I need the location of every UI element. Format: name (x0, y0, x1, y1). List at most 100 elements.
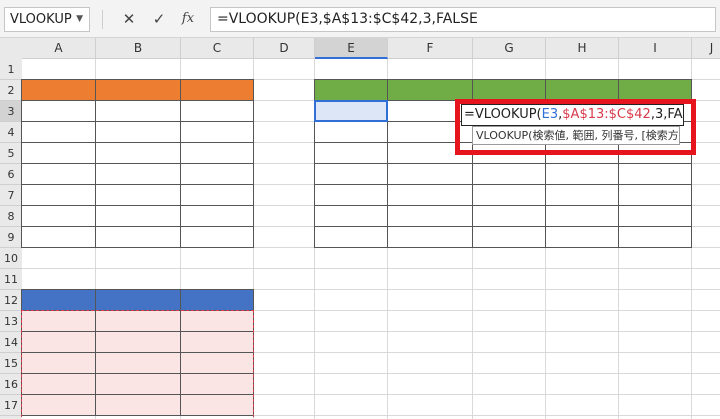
daily-sales-cell[interactable] (181, 164, 254, 185)
insert-function-icon[interactable]: fx (177, 7, 199, 31)
row-header-5[interactable]: 5 (0, 143, 22, 164)
sales-report-cell[interactable] (388, 227, 473, 248)
column-header-d[interactable]: D (254, 38, 315, 59)
e3-reference-highlight (314, 100, 388, 122)
sales-report-cell[interactable] (388, 206, 473, 227)
row-header-1[interactable]: 1 (0, 59, 22, 80)
row-header-3[interactable]: 3 (0, 101, 22, 122)
table-border (21, 100, 254, 101)
table-border (21, 184, 254, 185)
sales-report-header[interactable] (473, 80, 546, 101)
table-border (314, 226, 692, 227)
row-header-4[interactable]: 4 (0, 122, 22, 143)
row-header-13[interactable]: 13 (0, 311, 22, 332)
daily-sales-cell[interactable] (96, 122, 181, 143)
select-all-corner[interactable] (0, 38, 22, 59)
row-header-7[interactable]: 7 (0, 185, 22, 206)
name-box[interactable]: VLOOKUP ▼ (4, 7, 90, 32)
column-header-b[interactable]: B (96, 38, 181, 59)
column-header-a[interactable]: A (22, 38, 96, 59)
table-border (314, 79, 692, 80)
column-header-f[interactable]: F (388, 38, 473, 59)
name-box-value: VLOOKUP (10, 12, 72, 27)
row-header-10[interactable]: 10 (0, 248, 22, 269)
daily-sales-cell[interactable] (96, 101, 181, 122)
daily-sales-cell[interactable] (96, 206, 181, 227)
daily-sales-cell[interactable] (22, 206, 96, 227)
daily-sales-cell[interactable] (96, 185, 181, 206)
daily-sales-cell[interactable] (22, 164, 96, 185)
daily-sales-cell[interactable] (181, 122, 254, 143)
table-border (21, 226, 254, 227)
table-border (314, 163, 692, 164)
formula-input[interactable]: =VLOOKUP(E3,$A$13:$C$42,3,FALSE (210, 7, 716, 32)
daily-sales-cell[interactable] (181, 227, 254, 248)
column-header-i[interactable]: I (619, 38, 692, 59)
sales-report-cell[interactable] (388, 164, 473, 185)
daily-sales-header[interactable] (181, 80, 254, 101)
column-header-j[interactable]: J (692, 38, 720, 59)
daily-sales-cell[interactable] (96, 143, 181, 164)
column-header-c[interactable]: C (181, 38, 254, 59)
sales-report-cell[interactable] (315, 206, 388, 227)
table-border (314, 184, 692, 185)
product-master-header[interactable] (181, 290, 254, 311)
table-border (21, 163, 254, 164)
daily-sales-title[interactable] (22, 59, 96, 80)
column-header-e[interactable]: E (315, 38, 388, 59)
row-header-6[interactable]: 6 (0, 164, 22, 185)
sales-report-cell[interactable] (315, 164, 388, 185)
column-header-g[interactable]: G (473, 38, 546, 59)
sales-report-cell[interactable] (315, 185, 388, 206)
sales-report-cell[interactable] (315, 227, 388, 248)
divider (102, 10, 103, 29)
table-border (21, 142, 254, 143)
daily-sales-cell[interactable] (181, 185, 254, 206)
table-border (21, 205, 254, 206)
column-header-h[interactable]: H (546, 38, 619, 59)
excel-window: VLOOKUP ▼ ✕ ✓ fx =VLOOKUP(E3,$A$13:$C$42… (0, 0, 720, 419)
row-header-8[interactable]: 8 (0, 206, 22, 227)
table-border (21, 247, 254, 248)
row-header-14[interactable]: 14 (0, 332, 22, 353)
range-reference-highlight (21, 310, 254, 419)
table-border (314, 205, 692, 206)
table-border (314, 247, 692, 248)
product-master-header[interactable] (22, 290, 96, 311)
table-border (21, 79, 254, 80)
daily-sales-cell[interactable] (22, 143, 96, 164)
row-header-17[interactable]: 17 (0, 395, 22, 416)
daily-sales-cell[interactable] (96, 164, 181, 185)
row-header-15[interactable]: 15 (0, 353, 22, 374)
sales-report-header[interactable] (388, 80, 473, 101)
row-header-9[interactable]: 9 (0, 227, 22, 248)
daily-sales-cell[interactable] (181, 206, 254, 227)
row-header-11[interactable]: 11 (0, 269, 22, 290)
sales-report-cell[interactable] (315, 143, 388, 164)
daily-sales-cell[interactable] (22, 122, 96, 143)
daily-sales-header[interactable] (22, 80, 96, 101)
row-header-2[interactable]: 2 (0, 80, 22, 101)
formula-bar: VLOOKUP ▼ ✕ ✓ fx =VLOOKUP(E3,$A$13:$C$42… (0, 0, 720, 38)
sales-report-cell[interactable] (388, 185, 473, 206)
daily-sales-cell[interactable] (181, 143, 254, 164)
chevron-down-icon[interactable]: ▼ (76, 8, 83, 31)
sales-report-title[interactable] (315, 59, 388, 80)
check-icon[interactable]: ✓ (148, 7, 170, 31)
row-header-16[interactable]: 16 (0, 374, 22, 395)
sales-report-header[interactable] (315, 80, 388, 101)
table-border (21, 289, 254, 290)
daily-sales-header[interactable] (96, 80, 181, 101)
cancel-icon[interactable]: ✕ (118, 7, 140, 31)
daily-sales-cell[interactable] (22, 101, 96, 122)
daily-sales-cell[interactable] (22, 185, 96, 206)
product-master-header[interactable] (96, 290, 181, 311)
daily-sales-cell[interactable] (181, 101, 254, 122)
daily-sales-cell[interactable] (22, 227, 96, 248)
daily-sales-cell[interactable] (96, 227, 181, 248)
row-header-12[interactable]: 12 (0, 290, 22, 311)
sales-report-header[interactable] (546, 80, 619, 101)
product-master-title[interactable] (22, 269, 96, 290)
sales-report-header[interactable] (619, 80, 692, 101)
sales-report-cell[interactable] (315, 122, 388, 143)
